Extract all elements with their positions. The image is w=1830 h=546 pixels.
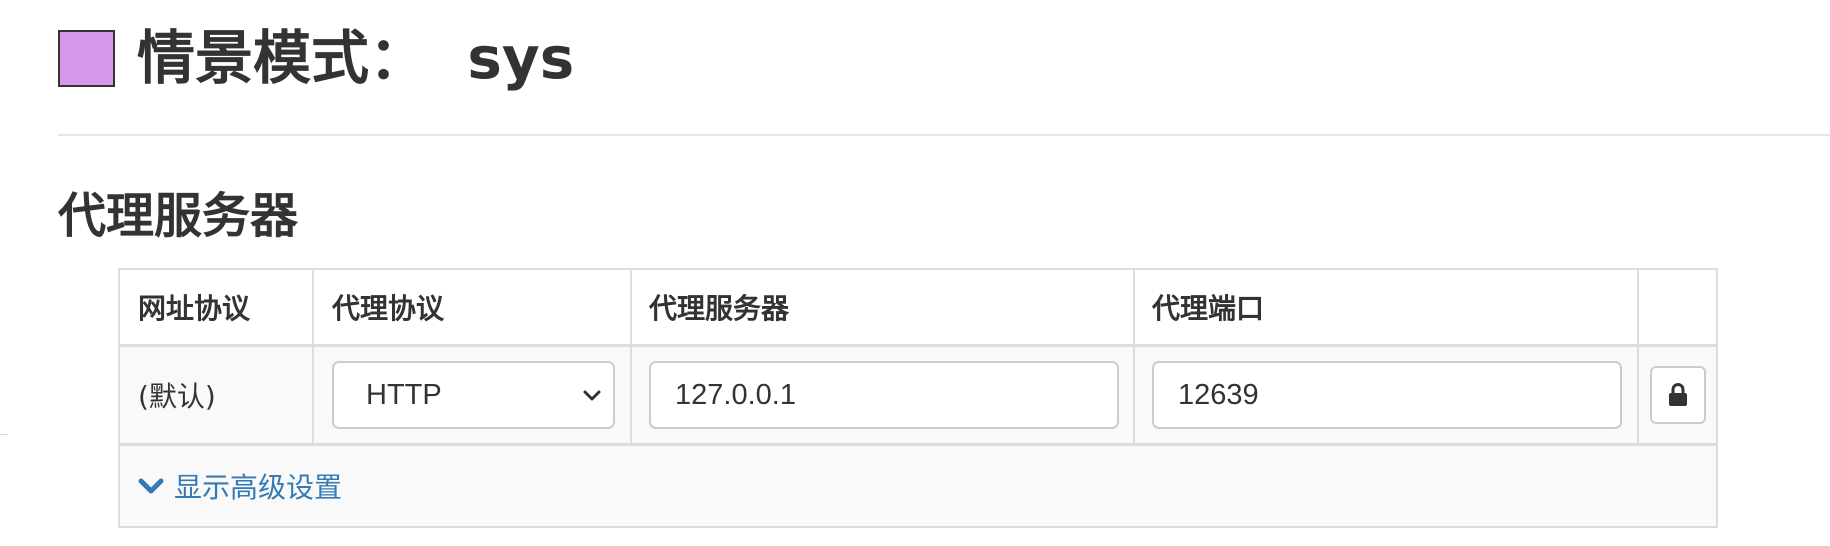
lock-icon xyxy=(1668,383,1687,406)
url-protocol-value: (默认) xyxy=(138,380,216,413)
proxy-server-input[interactable]: 127.0.0.1 xyxy=(649,361,1119,429)
show-advanced-settings-link[interactable]: 显示高级设置 xyxy=(138,446,342,526)
proxy-table: 网址协议 代理协议 代理服务器 代理端口 (默认) HTTP 127.0.0.1… xyxy=(118,268,1718,528)
profile-header: 情景模式： sys xyxy=(58,18,574,98)
header-cell-actions xyxy=(1639,270,1716,344)
advanced-settings-row: 显示高级设置 xyxy=(120,446,1716,526)
table-header-row: 网址协议 代理协议 代理服务器 代理端口 xyxy=(120,270,1716,347)
profile-title[interactable]: 情景模式： sys xyxy=(137,29,574,87)
cell-proxy-server: 127.0.0.1 xyxy=(632,347,1135,443)
chevron-down-icon xyxy=(138,478,164,494)
section-title: 代理服务器 xyxy=(58,188,299,244)
show-advanced-settings-label: 显示高级设置 xyxy=(174,471,343,504)
proxy-profile-page: 情景模式： sys 代理服务器 网址协议 代理协议 代理服务器 代理端口 (默认… xyxy=(0,0,1830,546)
header-cell-proxy-protocol: 代理协议 xyxy=(314,270,632,344)
header-url-protocol: 网址协议 xyxy=(138,292,251,325)
cell-actions xyxy=(1639,347,1716,443)
profile-color-swatch[interactable] xyxy=(58,29,115,87)
header-proxy-port: 代理端口 xyxy=(1152,292,1265,325)
chevron-down-icon xyxy=(583,390,601,401)
proxy-port-input[interactable]: 12639 xyxy=(1152,361,1622,429)
header-cell-proxy-server: 代理服务器 xyxy=(632,270,1135,344)
cell-proxy-port: 12639 xyxy=(1135,347,1639,443)
left-edge-tick xyxy=(0,434,8,435)
header-divider xyxy=(58,134,1830,136)
header-cell-url-protocol: 网址协议 xyxy=(120,270,314,344)
table-row: (默认) HTTP 127.0.0.1 12639 xyxy=(120,347,1716,446)
auth-lock-button[interactable] xyxy=(1649,366,1706,424)
cell-proxy-protocol: HTTP xyxy=(314,347,632,443)
header-proxy-protocol: 代理协议 xyxy=(332,292,445,325)
header-cell-proxy-port: 代理端口 xyxy=(1135,270,1639,344)
cell-url-protocol: (默认) xyxy=(120,347,314,443)
proxy-protocol-select[interactable]: HTTP xyxy=(332,361,615,429)
proxy-protocol-selected: HTTP xyxy=(366,378,442,411)
header-proxy-server: 代理服务器 xyxy=(649,292,790,325)
